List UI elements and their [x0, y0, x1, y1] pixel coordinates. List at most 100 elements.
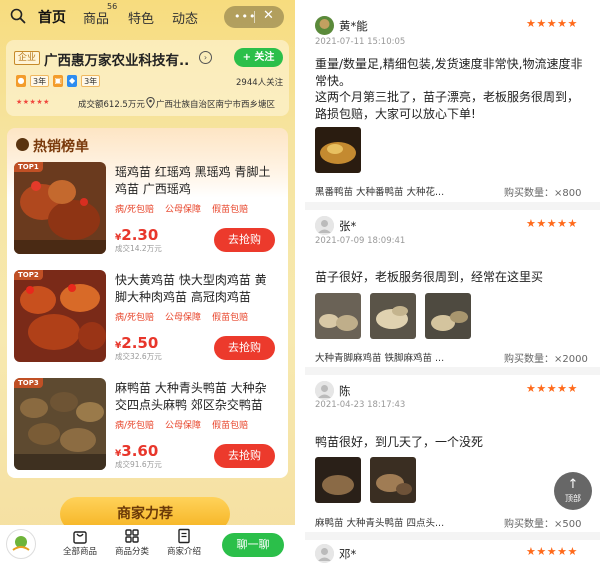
guarantee-tag: 病/死包赔 — [115, 205, 155, 215]
review-photo[interactable] — [315, 293, 361, 339]
shop-intro-button[interactable]: 商家介绍 — [162, 528, 206, 557]
review-divider — [305, 367, 600, 375]
review-stars: ★★★★★ — [526, 17, 578, 30]
avatar — [315, 16, 334, 35]
tab-features[interactable]: 特色 — [128, 8, 154, 27]
shop-location: 广西壮族自治区南宁市西乡塘区 — [156, 100, 276, 110]
reviews-panel: 黄*能 ★★★★★ 2021-07-11 15:10:05 重量/数量足,精细包… — [305, 0, 600, 563]
review-divider — [305, 202, 600, 210]
crown-icon — [16, 138, 29, 151]
chevron-right-icon[interactable]: › — [199, 51, 212, 64]
guarantee-tag: 公母保障 — [165, 205, 202, 215]
membership-badge: 3年 — [81, 75, 101, 87]
review-photo[interactable] — [370, 293, 416, 339]
review-images — [315, 457, 416, 503]
avatar — [315, 381, 334, 400]
product-image[interactable]: TOP1 — [14, 162, 106, 254]
all-goods-label: 全部商品 — [62, 547, 97, 557]
guarantee-tag: 假苗包赔 — [212, 205, 249, 215]
review-text: 苗子很好，老板服务很周到，经常在这里买 — [315, 270, 544, 284]
buy-now-button[interactable]: 去抢购 — [214, 228, 275, 252]
product-card[interactable]: TOP1 瑶鸡苗 红瑶鸡 黑瑶鸡 青脚土鸡苗 广西瑶鸡 病/死包赔 公母保障 假… — [14, 162, 281, 262]
chat-button[interactable]: 聊一聊 — [222, 533, 284, 557]
guarantee-tag: 公母保障 — [165, 421, 202, 431]
guarantee-tag: 公母保障 — [165, 313, 202, 323]
capsule-divider — [254, 11, 255, 23]
shop-level-icon: ● — [16, 75, 26, 87]
review-time: 2021-07-09 18:09:41 — [315, 236, 406, 246]
guarantee-tag: 病/死包赔 — [115, 421, 155, 431]
review-photo[interactable] — [425, 293, 471, 339]
top-nav-bar: 首页 商品 56 特色 动态 ••• ✕ — [0, 0, 295, 34]
miniapp-capsule: ••• ✕ — [224, 6, 284, 28]
product-sales: 成交32.6万元 — [115, 352, 162, 361]
years-badge: 3年 — [30, 75, 50, 87]
price-value: 2.50 — [121, 334, 159, 352]
review-time: 2021-07-11 15:10:05 — [315, 37, 406, 47]
search-icon[interactable] — [10, 8, 26, 24]
hot-sales-list: 热销榜单 TOP1 瑶鸡苗 红瑶鸡 黑瑶鸡 青脚土鸡苗 广西瑶鸡 病/死包赔 公… — [7, 128, 288, 478]
reviewer-name: 黄*能 — [339, 19, 368, 33]
product-card[interactable]: TOP2 快大黄鸡苗 快大型肉鸡苗 黄脚大种肉鸡苗 高冠肉鸡苗 病/死包赔 公母… — [14, 270, 281, 370]
goods-count-badge: 56 — [107, 2, 118, 11]
review-photo[interactable] — [370, 457, 416, 503]
rank-badge: TOP2 — [14, 270, 43, 280]
product-image[interactable]: TOP2 — [14, 270, 106, 362]
purchased-spec: 麻鸭苗 大种青头鸭苗 四点头... — [315, 518, 445, 529]
product-sales: 成交91.6万元 — [115, 460, 162, 469]
back-to-top-button[interactable]: ↑ 顶部 — [554, 472, 592, 510]
follow-button[interactable]: + 关注 — [234, 48, 283, 67]
tab-updates[interactable]: 动态 — [172, 8, 198, 27]
shop-info-card: 企业 广西惠万家农业科技有... › + 关注 ● 3年 ▣ ◆ 3年 2944… — [6, 40, 289, 116]
product-image[interactable]: TOP3 — [14, 378, 106, 470]
product-card[interactable]: TOP3 麻鸭苗 大种青头鸭苗 大种杂交四点头麻鸭 郊区杂交鸭苗 病/死包赔 公… — [14, 378, 281, 478]
category-button[interactable]: 商品分类 — [110, 528, 154, 557]
review-stars: ★★★★★ — [526, 545, 578, 558]
close-icon[interactable]: ✕ — [263, 8, 274, 23]
product-title[interactable]: 麻鸭苗 大种青头鸭苗 大种杂交四点头麻鸭 郊区杂交鸭苗 — [115, 380, 278, 414]
purchase-quantity: 购买数量：×2000 — [504, 354, 588, 365]
reviewer-name: 陈 — [339, 384, 351, 398]
product-price: ¥2.30 — [115, 225, 158, 244]
purchase-quantity: 购买数量：×800 — [504, 188, 582, 199]
reviewer-name: 张* — [339, 219, 357, 233]
all-goods-button[interactable]: 全部商品 — [58, 528, 102, 557]
enterprise-badge: 企业 — [14, 51, 40, 65]
grid-icon — [125, 529, 139, 543]
review-images — [315, 127, 361, 173]
price-value: 2.30 — [121, 226, 159, 244]
guarantee-tag: 病/死包赔 — [115, 313, 155, 323]
shop-logo[interactable] — [6, 529, 36, 559]
review-photo[interactable] — [315, 457, 361, 503]
review-photo[interactable] — [315, 127, 361, 173]
product-sales: 成交14.2万元 — [115, 244, 162, 253]
follower-count: 2944人关注 — [236, 78, 284, 88]
product-price: ¥3.60 — [115, 441, 158, 460]
avatar — [315, 544, 334, 563]
review-text: 鸭苗很好，到几天了，一个没死 — [315, 435, 484, 449]
avatar — [315, 216, 334, 235]
shop-intro-label: 商家介绍 — [166, 547, 201, 557]
shop-badges: ● 3年 ▣ ◆ 3年 — [16, 75, 101, 87]
hot-sales-title: 热销榜单 — [33, 139, 89, 155]
shop-home-panel: 首页 商品 56 特色 动态 ••• ✕ 企业 广西惠万家农业科技有... › … — [0, 0, 295, 563]
product-title[interactable]: 快大黄鸡苗 快大型肉鸡苗 黄脚大种肉鸡苗 高冠肉鸡苗 — [115, 272, 278, 306]
tab-goods[interactable]: 商品 — [83, 8, 109, 27]
buy-now-button[interactable]: 去抢购 — [214, 444, 275, 468]
category-label: 商品分类 — [114, 547, 149, 557]
bottom-toolbar: 全部商品 商品分类 商家介绍 聊一聊 — [0, 525, 295, 563]
guarantee-tag: 假苗包赔 — [212, 313, 249, 323]
rank-badge: TOP1 — [14, 162, 43, 172]
arrow-up-icon: ↑ — [567, 477, 579, 492]
shop-name[interactable]: 广西惠万家农业科技有... — [44, 49, 189, 69]
buy-now-button[interactable]: 去抢购 — [214, 336, 275, 360]
purchase-quantity: 购买数量：×500 — [504, 519, 582, 530]
verified-icon: ◆ — [67, 75, 78, 87]
reviewer-name: 邓* — [339, 547, 357, 561]
tab-home[interactable]: 首页 — [38, 7, 66, 27]
review-text: 重量/数量足,精细包装,发货速度非常快,物流速度非常快。 这两个月第三批了，苗子… — [315, 57, 583, 121]
review-time: 2021-04-23 18:17:43 — [315, 400, 406, 410]
product-title[interactable]: 瑶鸡苗 红瑶鸡 黑瑶鸡 青脚土鸡苗 广西瑶鸡 — [115, 164, 278, 198]
review-divider — [305, 532, 600, 540]
shop-turnover: 成交额612.5万元 — [78, 100, 145, 110]
